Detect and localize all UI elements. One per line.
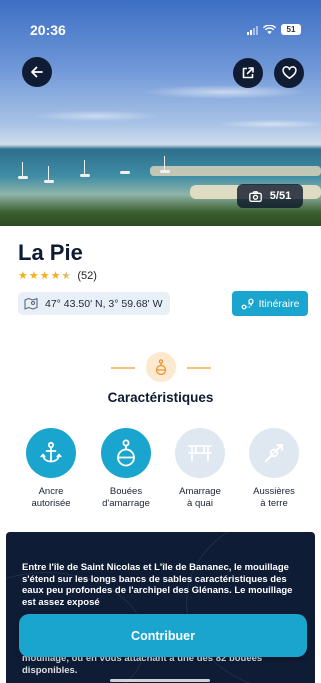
contribute-button[interactable]: Contribuer (19, 614, 307, 657)
camera-icon (248, 190, 262, 202)
external-link-icon (242, 67, 254, 79)
status-bar: 20:36 51 (30, 22, 301, 40)
feature-label: Aussières à terre (253, 486, 295, 509)
route-icon (241, 298, 254, 309)
feature-shore-lines: Aussières à terre (244, 428, 304, 510)
coordinates-chip[interactable]: 47° 43.50' N, 3° 59.68' W (18, 292, 171, 315)
divider-line (187, 367, 211, 369)
feature-label: Ancre autorisée (31, 486, 71, 509)
wifi-icon (263, 24, 276, 34)
star-icon: ★ (18, 269, 28, 282)
quay-icon (188, 445, 212, 461)
shore-line-icon (264, 443, 284, 463)
section-title: Caractéristiques (107, 390, 214, 405)
star-icon: ★ (39, 269, 50, 282)
boat (18, 176, 28, 179)
star-icon: ★ (50, 269, 61, 282)
rating: ★ ★ ★ ★ ★ (52) (18, 270, 97, 282)
itinerary-label: Itinéraire (258, 297, 300, 310)
back-button[interactable] (22, 57, 52, 87)
feature-icon-bg (101, 428, 151, 478)
boat (44, 180, 54, 183)
feature-quay-mooring: Amarrage à quai (170, 428, 230, 510)
share-button[interactable] (233, 58, 263, 88)
boat-mast (164, 156, 165, 170)
star-half-icon: ★ (61, 269, 72, 282)
feature-icon-bg (175, 428, 225, 478)
map-pin-icon (24, 297, 38, 310)
battery-icon: 51 (281, 24, 301, 35)
anchor-icon (40, 441, 62, 463)
favorite-button[interactable] (274, 58, 304, 88)
itinerary-button[interactable]: Itinéraire (232, 291, 308, 316)
mooring-buoy-icon (155, 359, 167, 375)
photo-counter[interactable]: 5/51 (237, 184, 303, 208)
feature-anchor-allowed: Ancre autorisée (21, 428, 81, 510)
boat-mast (84, 160, 85, 174)
photo-counter-text: 5/51 (269, 190, 292, 202)
status-time: 20:36 (30, 22, 66, 38)
page-title: La Pie (18, 240, 83, 265)
review-count: (52) (77, 270, 97, 282)
arrow-left-icon (31, 66, 43, 78)
feature-mooring-buoys: Bouées d'amarrage (96, 428, 156, 510)
boat-mast (22, 162, 23, 176)
feature-icon-bg (26, 428, 76, 478)
boat (80, 174, 90, 177)
feature-label: Bouées d'amarrage (102, 486, 150, 509)
divider-line (111, 367, 135, 369)
boat (120, 171, 130, 174)
feature-icon-bg (249, 428, 299, 478)
home-indicator (110, 679, 210, 682)
mooring-buoy-icon (117, 439, 135, 467)
section-badge (146, 352, 176, 382)
feature-label: Amarrage à quai (179, 486, 221, 509)
star-icon: ★ (28, 269, 39, 282)
heart-icon (281, 66, 297, 79)
boat-mast (48, 166, 49, 180)
signal-icon (247, 25, 258, 35)
distant-island (150, 166, 321, 176)
description-text: Entre l'île de Saint Nicolas et L'île de… (22, 562, 293, 608)
boat (160, 170, 170, 173)
coordinates-text: 47° 43.50' N, 3° 59.68' W (45, 297, 163, 310)
